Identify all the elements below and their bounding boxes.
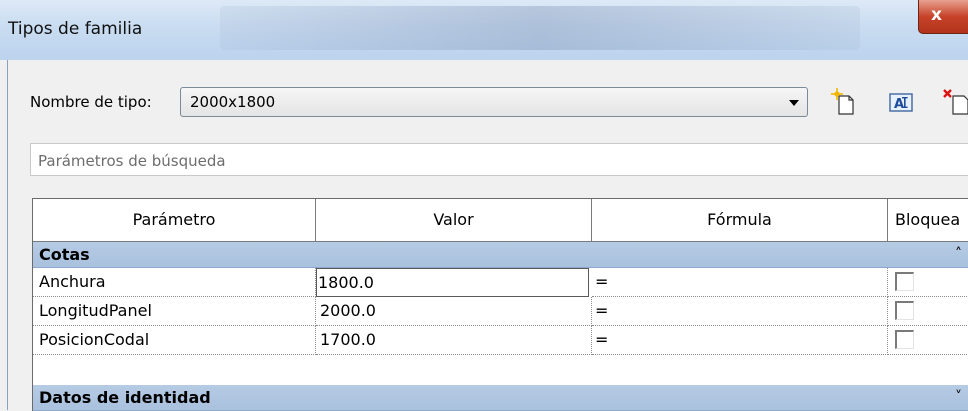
table-row[interactable]: Anchura 1800.0 = (33, 268, 968, 297)
lock-cell (888, 326, 968, 355)
lock-checkbox[interactable] (895, 330, 914, 349)
chevron-down-icon[interactable] (789, 100, 799, 106)
parameter-name-cell: LongitudPanel (33, 297, 316, 326)
column-header-formula[interactable]: Fórmula (592, 199, 888, 242)
svg-text:A: A (894, 97, 904, 112)
group-header-datos-de-identidad[interactable]: Datos de identidad ˅ (33, 385, 968, 411)
delete-type-icon[interactable] (942, 88, 968, 116)
expand-icon[interactable]: ˅ (955, 385, 962, 410)
parameter-name-cell: PosicionCodal (33, 326, 316, 355)
group-header-cotas[interactable]: Cotas ˄ (33, 242, 968, 268)
title-bar[interactable]: Tipos de familia x (0, 0, 968, 60)
search-input[interactable] (36, 148, 920, 174)
column-header-lock[interactable]: Bloquea (888, 199, 968, 242)
value-cell[interactable]: 1700.0 (316, 326, 592, 355)
table-row[interactable]: PosicionCodal 1700.0 = (33, 326, 968, 355)
title-bar-background (220, 6, 860, 50)
close-button[interactable]: x (918, 0, 968, 34)
lock-cell (888, 268, 968, 297)
column-header-value[interactable]: Valor (316, 199, 592, 242)
parameter-name-cell: Anchura (33, 268, 316, 297)
formula-cell[interactable]: = (592, 268, 888, 297)
group-label: Cotas (39, 245, 90, 264)
close-icon: x (931, 5, 942, 25)
parameter-table: Parámetro Valor Fórmula Bloquea Cotas ˄ … (32, 198, 968, 411)
lock-checkbox[interactable] (895, 272, 914, 291)
lock-checkbox[interactable] (895, 301, 914, 320)
type-name-selected: 2000x1800 (190, 93, 276, 111)
formula-cell[interactable]: = (592, 326, 888, 355)
window-title: Tipos de familia (8, 19, 143, 39)
rename-type-icon[interactable]: A (888, 88, 914, 116)
parameter-search-box[interactable] (30, 143, 968, 176)
value-cell-editor[interactable]: 1800.0 (316, 268, 589, 297)
table-row[interactable]: LongitudPanel 2000.0 = (33, 297, 968, 326)
column-header-parameter[interactable]: Parámetro (33, 199, 316, 242)
group-label: Datos de identidad (39, 388, 211, 407)
new-type-icon[interactable] (830, 88, 856, 116)
value-cell[interactable]: 2000.0 (316, 297, 592, 326)
collapse-icon[interactable]: ˄ (955, 242, 962, 267)
type-name-label: Nombre de tipo: (30, 93, 152, 111)
lock-cell (888, 297, 968, 326)
formula-cell[interactable]: = (592, 297, 888, 326)
type-name-dropdown[interactable]: 2000x1800 (180, 87, 808, 117)
